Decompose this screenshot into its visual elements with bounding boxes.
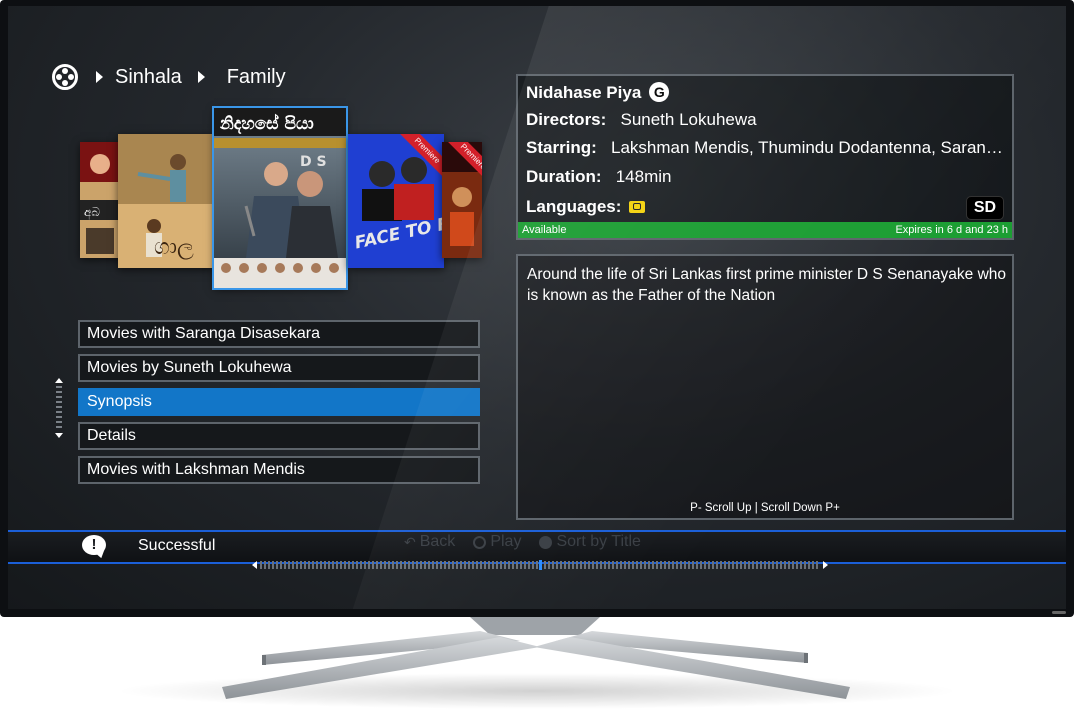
poster-image: ගාල <box>118 134 214 268</box>
menu-item-selected[interactable]: Synopsis <box>78 388 480 416</box>
scroll-hint: P- Scroll Up | Scroll Down P+ <box>690 502 840 514</box>
list-scroll-indicator <box>54 378 64 442</box>
duration-label: Duration: <box>526 167 602 186</box>
poster-title: නිදහසේ පියා <box>219 113 314 135</box>
menu-item[interactable]: Movies by Suneth Lokuhewa <box>78 354 480 382</box>
poster-image: අබ <box>80 142 120 258</box>
starring-label: Starring: <box>526 138 597 157</box>
scroll-track <box>56 386 62 430</box>
poster-item[interactable]: Premiere <box>442 142 482 258</box>
status-bar: ! Successful ↶ Back Play Sort by Title <box>8 530 1066 564</box>
tv-bezel: Sinhala Family අබ ගාල නිදහසේ පියා D S FA… <box>0 0 1074 617</box>
menu-item[interactable]: Movies with Saranga Disasekara <box>78 320 480 348</box>
hint-back[interactable]: ↶ Back <box>404 533 455 551</box>
scroll-up-icon <box>55 378 63 383</box>
languages-label: Languages: <box>526 197 622 216</box>
hint-label: Play <box>490 533 522 550</box>
starring-row: Starring: Lakshman Mendis, Thumindu Doda… <box>526 138 1008 158</box>
breadcrumb-item[interactable]: Family <box>227 66 286 89</box>
carousel-scrubber[interactable] <box>252 560 828 570</box>
directors-row: Directors: Suneth Lokuhewa <box>526 110 757 130</box>
scrubber-knob[interactable] <box>539 560 542 570</box>
directors-label: Directors: <box>526 110 607 129</box>
tv-stand <box>117 617 957 709</box>
starring-value: Lakshman Mendis, Thumindu Dodantenna, Sa… <box>611 138 1003 157</box>
film-reel-icon <box>52 64 78 90</box>
tv-power-led <box>1052 611 1066 614</box>
scrubber-right-icon <box>823 561 828 569</box>
languages-row: Languages: <box>526 197 646 217</box>
scroll-down-icon <box>55 433 63 438</box>
poster-item[interactable]: අබ <box>80 142 120 258</box>
chevron-right-icon <box>96 71 103 83</box>
quality-badge: SD <box>966 196 1004 220</box>
poster-subtitle: D S <box>300 154 327 170</box>
movie-info-panel: Nidahase Piya G Directors: Suneth Lokuhew… <box>516 74 1014 240</box>
synopsis-text: Around the life of Sri Lankas first prim… <box>527 266 1007 304</box>
duration-value: 148min <box>615 167 672 186</box>
ok-button-icon <box>473 535 487 549</box>
poster-carousel: අබ ගාල නිදහසේ පියා D S FACE TO FACE Prem… <box>80 106 482 290</box>
status-message: Successful <box>138 537 216 554</box>
tv-screen: Sinhala Family අබ ගාල නිදහසේ පියා D S FA… <box>8 6 1066 609</box>
hint-sort[interactable]: Sort by Title <box>539 533 641 551</box>
breadcrumb: Sinhala Family <box>52 62 292 92</box>
svg-text:අබ: අබ <box>84 205 100 220</box>
hint-label: Back <box>419 533 456 550</box>
key-hints: ↶ Back Play Sort by Title <box>404 533 641 551</box>
movie-title: Nidahase Piya <box>526 83 642 102</box>
poster-item[interactable]: ගාල <box>118 134 214 268</box>
poster-image: නිදහසේ පියා D S <box>214 108 346 288</box>
directors-value: Suneth Lokuhewa <box>620 110 757 129</box>
hint-play[interactable]: Play <box>473 533 521 551</box>
subtitle-lock-icon <box>629 201 646 213</box>
menu-item[interactable]: Details <box>78 422 480 450</box>
chevron-right-icon <box>197 71 205 83</box>
rating-badge: G <box>649 82 670 102</box>
availability-bar: Available Expires in 6 d and 23 h <box>518 222 1012 238</box>
poster-item-selected[interactable]: නිදහසේ පියා D S <box>212 106 348 290</box>
related-menu: Movies with Saranga Disasekara Movies by… <box>78 320 480 490</box>
availability-status: Available <box>522 224 567 236</box>
expiry-text: Expires in 6 d and 23 h <box>895 224 1008 236</box>
hint-label: Sort by Title <box>556 533 641 550</box>
synopsis-panel[interactable]: Around the life of Sri Lankas first prim… <box>516 254 1014 520</box>
menu-item[interactable]: Movies with Lakshman Mendis <box>78 456 480 484</box>
svg-text:ගාල: ගාල <box>154 235 194 260</box>
color-dot-icon <box>539 535 553 549</box>
breadcrumb-item[interactable]: Sinhala <box>115 66 182 89</box>
notification-bubble-icon: ! <box>82 535 108 560</box>
scrubber-left-icon <box>252 561 257 569</box>
back-arrow-icon: ↶ <box>404 533 416 550</box>
movie-title-row: Nidahase Piya G <box>526 82 670 103</box>
poster-item[interactable]: FACE TO FACE Premiere <box>348 134 444 268</box>
duration-row: Duration: 148min <box>526 167 671 187</box>
